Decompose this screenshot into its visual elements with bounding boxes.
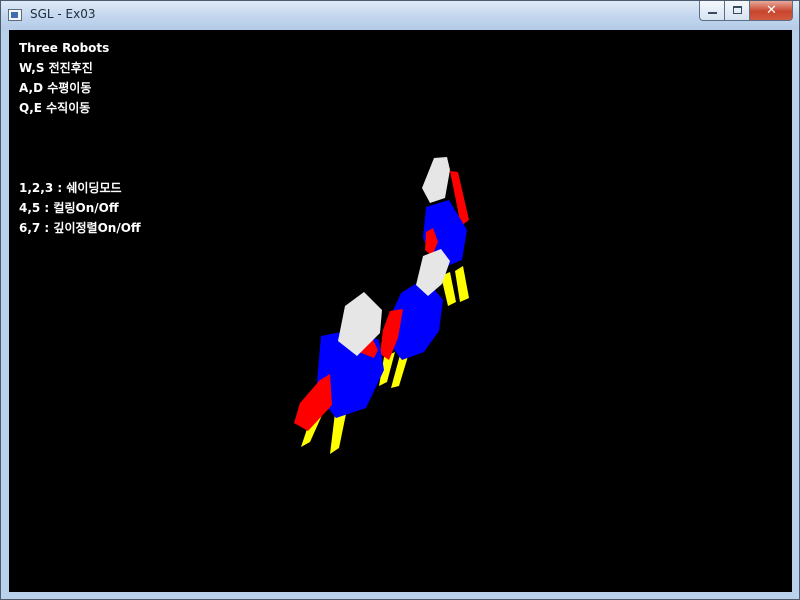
maximize-button[interactable] (725, 1, 750, 21)
caption-buttons: ✕ (699, 1, 793, 21)
robot-scene (294, 157, 469, 454)
opengl-viewport[interactable]: Three Robots W,S 전진후진 A,D 수평이동 Q,E 수직이동 … (9, 30, 792, 592)
robot-arm (294, 374, 332, 431)
close-button[interactable]: ✕ (750, 1, 793, 21)
window-title: SGL - Ex03 (30, 7, 96, 21)
title-bar[interactable]: SGL - Ex03 ✕ (1, 1, 799, 30)
app-window: SGL - Ex03 ✕ Three Robots W,S 전진후진 A,D 수… (0, 0, 800, 600)
robot-head (422, 157, 450, 203)
app-window-icon[interactable] (8, 9, 22, 21)
minimize-button[interactable] (699, 1, 725, 21)
robot-leg (455, 266, 469, 302)
robot-middle (379, 249, 450, 388)
maximize-icon (733, 6, 742, 14)
minimize-icon (708, 12, 717, 14)
robot-front (294, 292, 384, 454)
close-icon: ✕ (766, 3, 777, 18)
